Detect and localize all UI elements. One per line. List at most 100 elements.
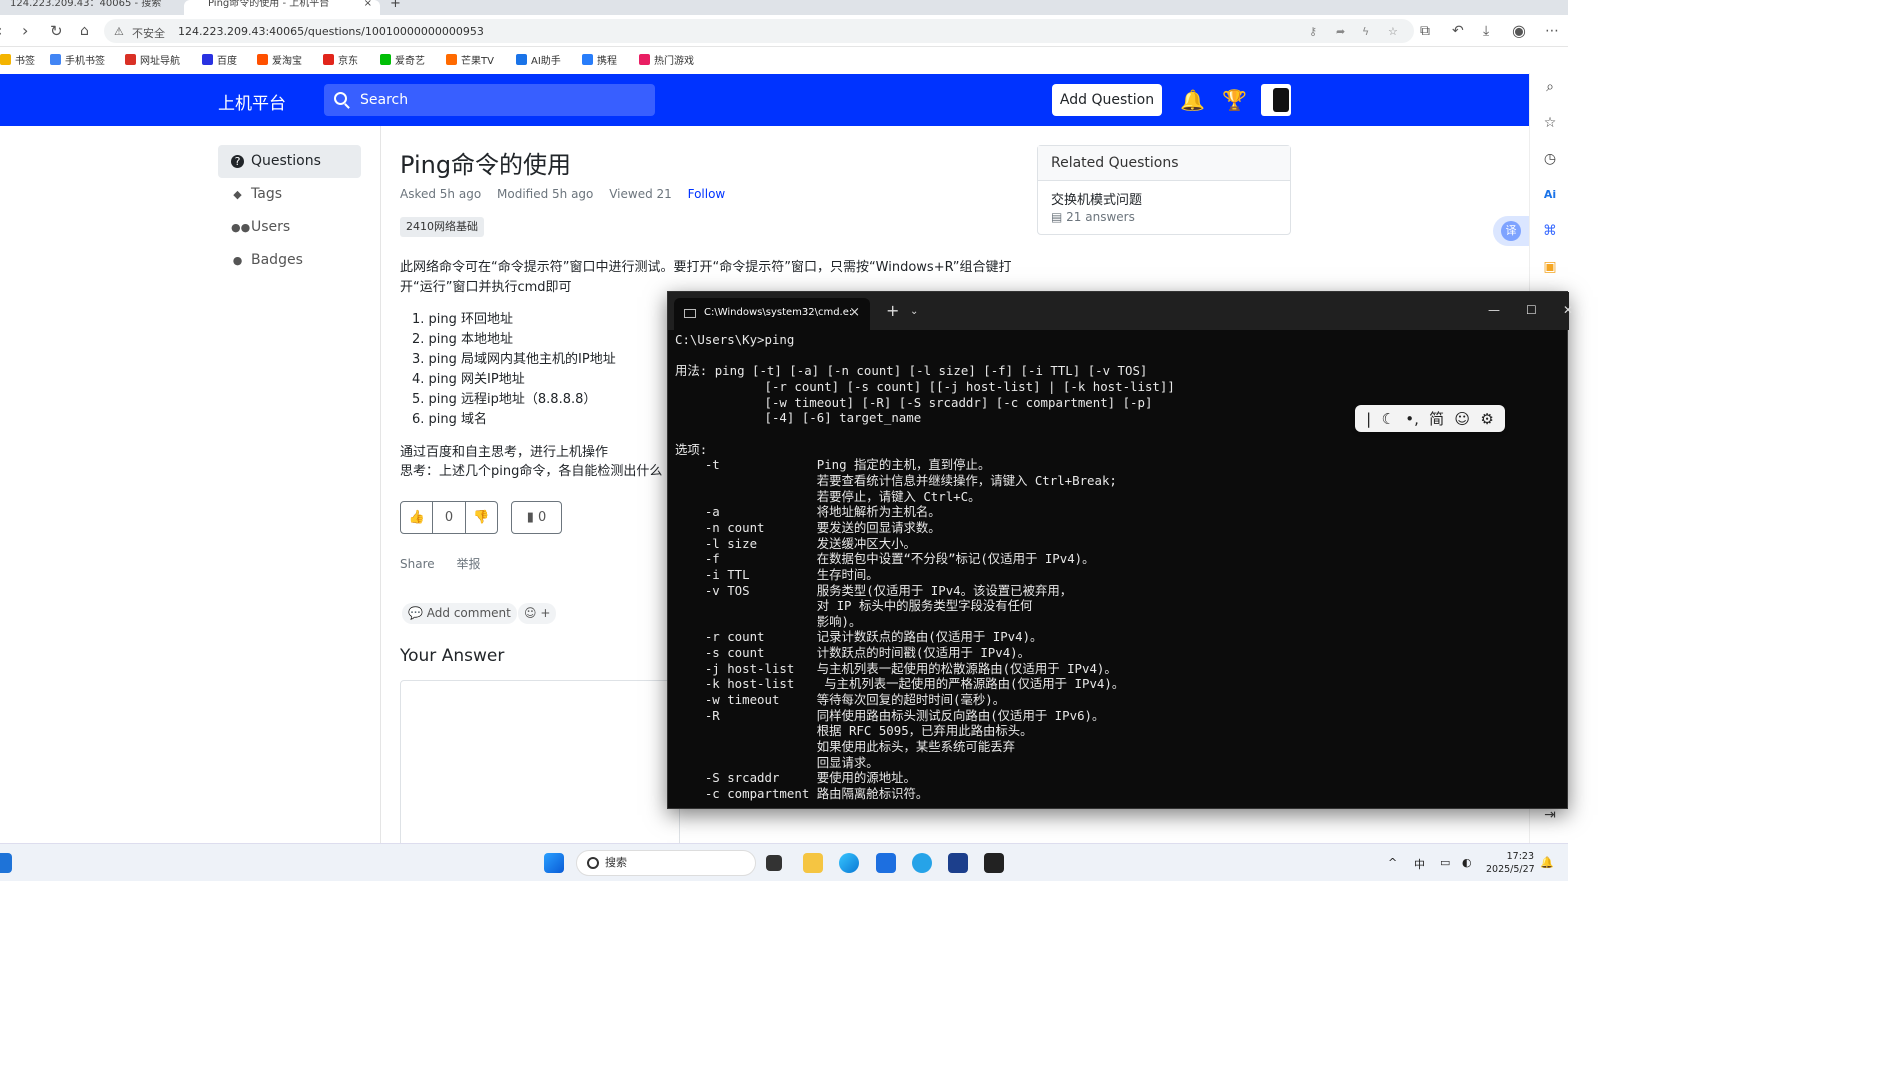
close-icon[interactable]: × [849,298,860,328]
file-explorer-icon[interactable] [803,853,823,873]
r-app-icon[interactable] [948,853,968,873]
drag-handle-icon[interactable]: | [1366,410,1371,428]
tag-badge[interactable]: 2410网络基础 [400,217,484,237]
bookmark-item[interactable]: 书签 [0,52,35,67]
back-icon[interactable]: ‹ [0,22,2,40]
widgets-icon[interactable] [0,853,12,873]
moon-icon[interactable]: ☾ [1381,410,1394,428]
notification-icon[interactable]: 🔔 [1540,856,1554,869]
report-link[interactable]: 举报 [456,557,480,571]
bookmark-item[interactable]: 网址导航 [125,52,180,67]
bookmark-item[interactable]: 爱淘宝 [257,52,302,67]
flash-icon[interactable]: ϟ [1362,25,1369,38]
bookmark-item[interactable]: AI助手 [516,52,561,67]
minimize-icon[interactable]: — [1488,301,1500,319]
bookmark-item[interactable]: 爱奇艺 [380,52,425,67]
ime-lang[interactable]: 中 [1414,856,1425,872]
simplified-toggle[interactable]: 简 [1429,408,1444,429]
close-window-icon[interactable]: ✕ [1563,301,1573,319]
trophy-icon[interactable]: 🏆 [1222,88,1247,112]
add-comment-button[interactable]: 💬 Add comment [402,603,517,624]
favorites-icon[interactable]: ☆ [1542,115,1558,131]
security-label: 不安全 [132,27,165,40]
thumbs-up-icon[interactable]: 👍 [401,502,432,533]
share-link[interactable]: Share [400,557,435,571]
bell-icon[interactable]: 🔔 [1180,88,1205,112]
bookmark-icon [202,54,213,65]
avatar[interactable] [1261,84,1291,116]
nav-item-tags[interactable]: ◆ Tags [218,178,361,211]
profile-icon[interactable]: ◉ [1512,22,1526,40]
bookmarks-bar: 书签 手机书签 网址导航 百度 爱淘宝 京东 爱奇艺 芒果TV AI助手 携程 … [0,47,1568,73]
forward-icon[interactable]: › [22,22,28,40]
edge-icon[interactable] [839,853,859,873]
terminal-line: 回显请求。 [675,754,879,770]
share-icon[interactable]: ➦ [1336,25,1345,38]
nav-item-users[interactable]: ●● Users [218,211,361,244]
follow-link[interactable]: Follow [688,187,726,201]
key-icon[interactable]: ⚷ [1309,25,1317,38]
bookmark-item[interactable]: 百度 [202,52,237,67]
browser-icon[interactable] [912,853,932,873]
search-icon[interactable]: ⌕ [1542,79,1558,95]
search-input[interactable]: Search [324,84,655,116]
gamepad-icon[interactable]: ⌘ [1542,223,1558,239]
bookmark-item[interactable]: 芒果TV [446,52,494,67]
close-tab-icon[interactable]: × [364,0,372,9]
search-placeholder: Search [360,92,409,108]
browser-tab-active[interactable]: Ping命令的使用 - 上机平台 × [184,0,380,15]
nav-item-badges[interactable]: ● Badges [218,244,361,277]
cmd-tab[interactable]: C:\Windows\system32\cmd.e: × [674,298,870,330]
ai-icon[interactable]: Ai [1542,187,1558,203]
add-question-button[interactable]: Add Question [1052,84,1162,116]
nav-item-questions[interactable]: ? Questions [218,145,361,178]
url-field[interactable]: ⚠ 不安全 124.223.209.43:40065/questions/100… [104,19,1414,43]
home-icon[interactable]: ⌂ [80,22,89,40]
store-icon[interactable] [876,853,896,873]
network-icon[interactable]: ▭ [1440,856,1450,869]
taskbar-search[interactable]: 搜索 [576,850,756,876]
related-question-link[interactable]: 交换机模式问题 [1051,189,1142,208]
terminal-line: 根据 RFC 5095，已弃用此路由标头。 [675,723,1033,739]
download-icon[interactable]: ⤓ [1483,22,1489,40]
new-tab-icon[interactable]: + [886,300,899,322]
task-view-icon[interactable] [766,855,782,871]
add-reaction-button[interactable]: ☺ + [518,603,557,624]
history-icon[interactable]: ◷ [1542,151,1558,167]
volume-icon[interactable]: ◐ [1462,856,1472,869]
more-icon[interactable]: ⋯ [1545,22,1559,40]
bookmark-button[interactable]: ▮ 0 [511,501,562,534]
chevron-up-icon[interactable]: ^ [1388,856,1397,869]
undo-icon[interactable]: ↶ [1452,22,1464,40]
system-clock[interactable]: 17:23 2025/5/27 [1486,850,1535,876]
collapse-sidebar-icon[interactable]: ⇥ [1542,807,1558,823]
new-tab-button[interactable]: + [390,0,410,15]
comment-icon: 💬 [408,606,427,620]
reload-icon[interactable]: ↻ [50,22,63,40]
bookmark-item[interactable]: 手机书签 [50,52,105,67]
terminal-taskbar-icon[interactable] [984,853,1004,873]
star-icon[interactable]: ☆ [1388,25,1398,38]
bookmark-item[interactable]: 京东 [323,52,358,67]
translate-button[interactable]: 译 [1493,216,1529,246]
punctuation-icon[interactable]: •, [1405,410,1419,428]
tab-title: Ping命令的使用 - 上机平台 [208,0,330,9]
bookmark-icon [125,54,136,65]
answer-editor[interactable] [400,680,680,850]
maximize-icon[interactable]: ☐ [1526,301,1537,319]
bookmark-item[interactable]: 携程 [582,52,617,67]
extensions-icon[interactable]: ⧉ [1420,22,1430,40]
bookmark-item[interactable]: 热门游戏 [639,52,694,67]
terminal-line: -l size 发送缓冲区大小。 [675,535,916,551]
browser-tab-search[interactable]: 124.223.209.43：40065 - 搜索 [0,0,170,15]
gear-icon[interactable]: ⚙ [1480,410,1493,428]
start-icon[interactable] [544,853,564,873]
brand-logo[interactable]: 上机平台 [218,89,286,114]
briefcase-icon[interactable]: ▣ [1542,259,1558,275]
thumbs-down-icon[interactable]: 👎 [464,502,497,533]
smiley-icon[interactable]: ☺ [1454,410,1470,428]
chevron-down-icon[interactable]: ⌄ [910,302,918,322]
terminal-output[interactable]: C:\Users\Ky>ping 用法: ping [-t] [-a] [-n … [675,332,1565,802]
terminal-line: -n count 要发送的回显请求数。 [675,519,941,535]
vote-group: 👍 0 👎 [400,501,498,534]
